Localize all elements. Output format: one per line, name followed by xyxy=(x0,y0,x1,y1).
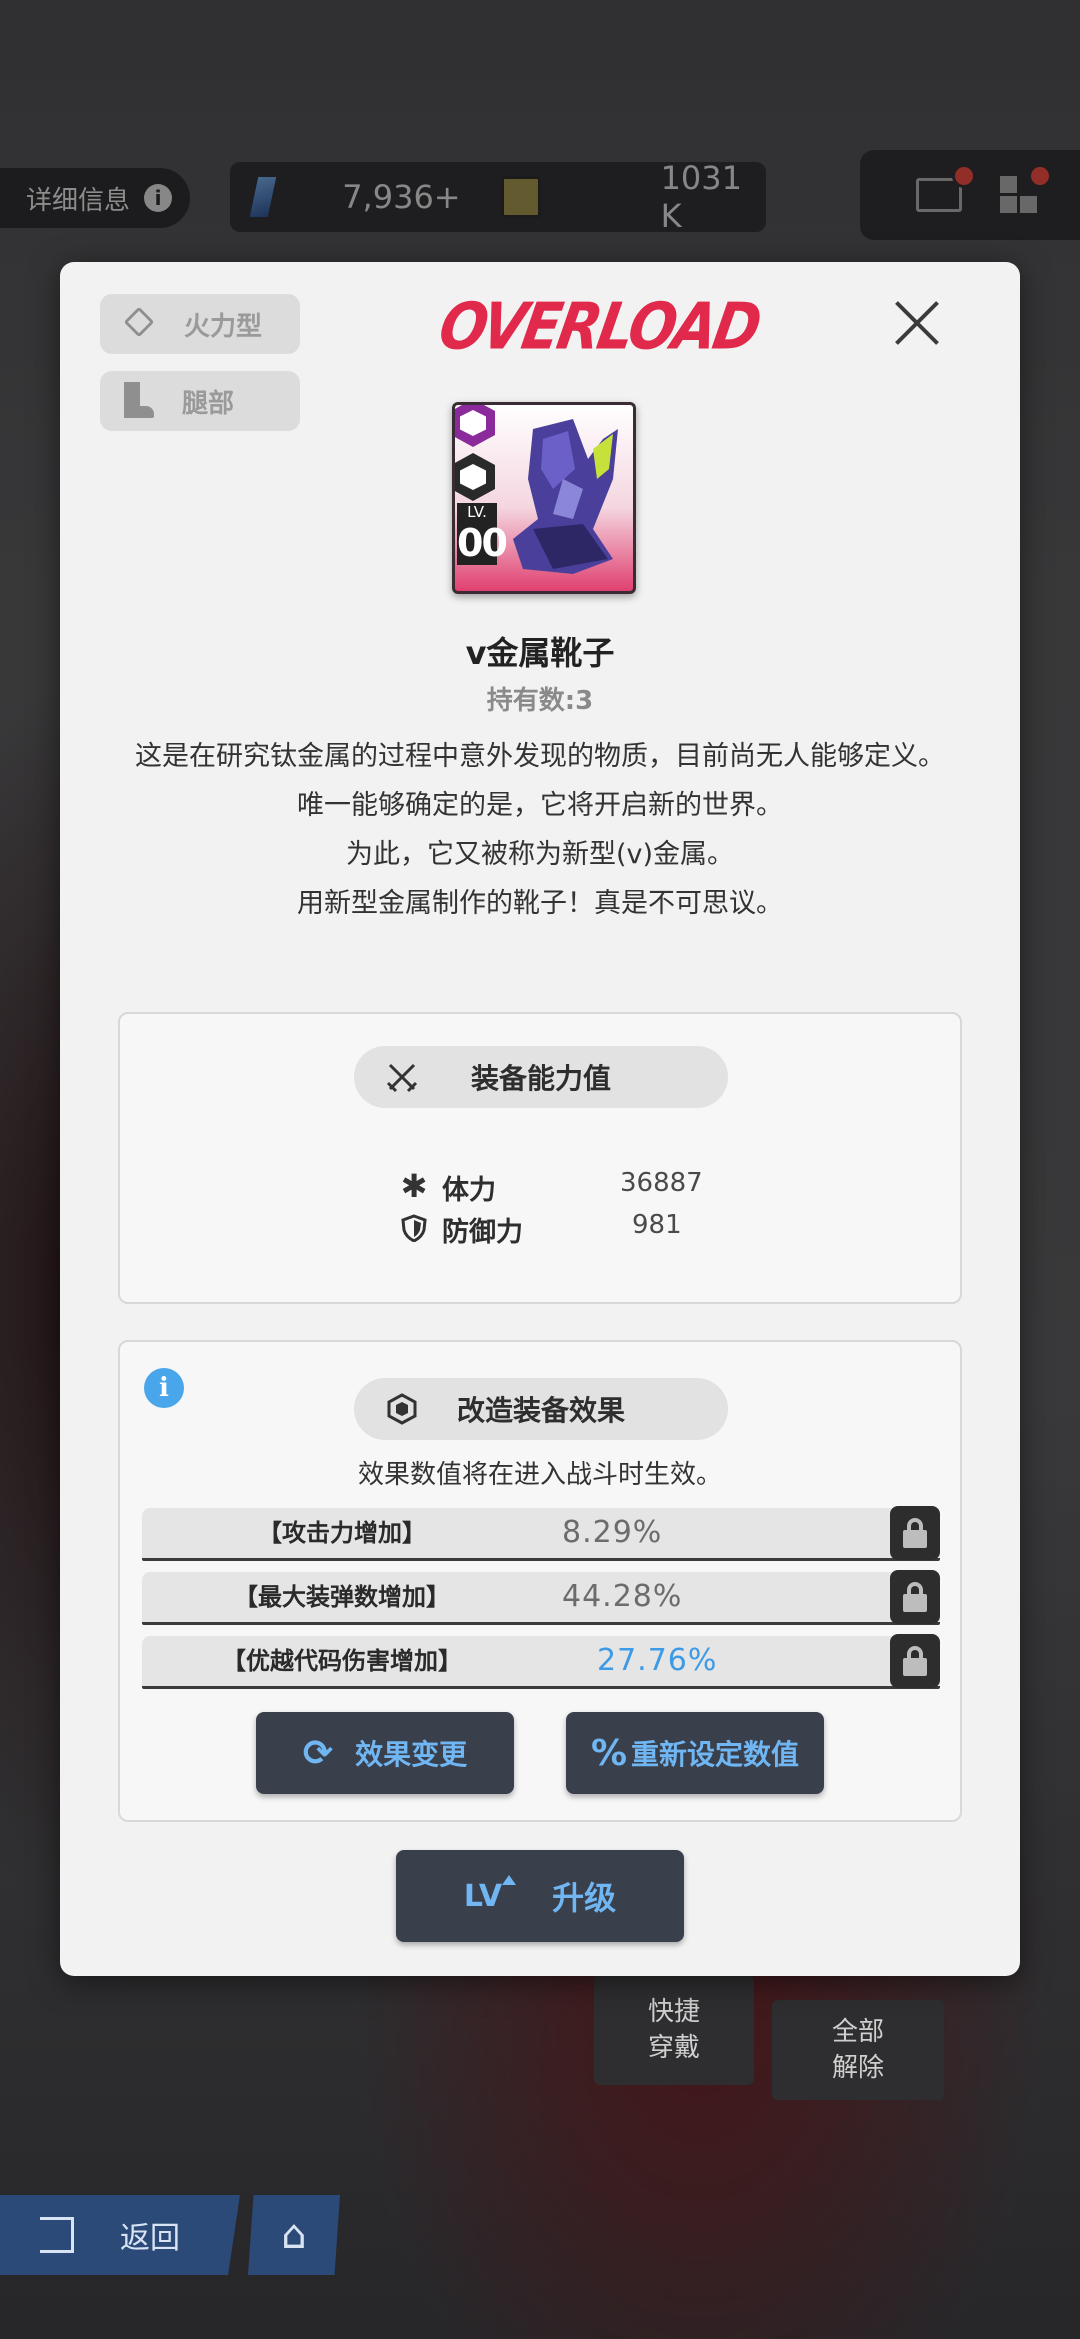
item-description: 这是在研究钛金属的过程中意外发现的物质，目前尚无人能够定义。 唯一能够确定的是，… xyxy=(120,732,960,928)
lock-button[interactable] xyxy=(890,1634,940,1688)
rarity-badge-icon xyxy=(455,405,495,447)
description-line: 为此，它又被称为新型(v)金属。 xyxy=(345,839,735,870)
description-line: 这是在研究钛金属的过程中意外发现的物质，目前尚无人能够定义。 xyxy=(135,741,945,772)
mod-row: 【最大装弹数增加】 44.28% xyxy=(142,1570,940,1625)
mod-label: 【最大装弹数增加】 xyxy=(234,1583,450,1611)
slot-tag: 腿部 xyxy=(100,371,300,431)
stat-row: 防御力 981 xyxy=(400,1210,700,1250)
firepower-icon xyxy=(120,305,158,343)
item-name: v金属靴子 xyxy=(465,634,615,672)
stat-value: 981 xyxy=(632,1210,682,1240)
mods-title-label: 改造装备效果 xyxy=(456,1394,625,1427)
upgrade-label: 升级 xyxy=(552,1879,617,1917)
mod-cube-icon xyxy=(387,1393,417,1425)
class-tag-label: 火力型 xyxy=(184,311,263,342)
slot-tag-label: 腿部 xyxy=(182,388,235,419)
close-icon[interactable] xyxy=(892,298,942,348)
boot-art xyxy=(513,419,618,574)
back-label: 返回 xyxy=(120,2221,180,2256)
equipment-detail-modal: 火力型 腿部 OVERLOAD LV. 00 v金属靴子 持有数:3 这是在研究… xyxy=(60,262,1020,1976)
lock-icon xyxy=(902,1582,928,1612)
back-button[interactable]: 返回 xyxy=(0,2195,240,2275)
refresh-icon: ⟳ xyxy=(302,1732,334,1774)
owned-count: 持有数:3 xyxy=(486,686,594,716)
mod-label: 【优越代码伤害增加】 xyxy=(222,1647,462,1675)
change-effect-label: 效果变更 xyxy=(355,1738,468,1771)
mod-value: 44.28% xyxy=(562,1579,683,1614)
stats-title: 装备能力值 xyxy=(354,1046,728,1108)
back-icon xyxy=(40,2217,74,2253)
reset-values-label: 重新设定数值 xyxy=(631,1738,800,1771)
mod-row: 【优越代码伤害增加】 27.76% xyxy=(142,1634,940,1689)
level-up-icon: LV xyxy=(463,1874,517,1914)
overload-logo: OVERLOAD xyxy=(433,290,765,365)
stat-row: ✱ 体力 36887 xyxy=(400,1167,703,1208)
home-button[interactable]: ⌂ xyxy=(248,2195,340,2275)
lock-button[interactable] xyxy=(890,1570,940,1624)
description-line: 用新型金属制作的靴子！真是不可思议。 xyxy=(297,888,783,919)
mod-row: 【攻击力增加】 8.29% xyxy=(142,1506,940,1561)
quick-equip-button[interactable]: 快捷 穿戴 xyxy=(594,1975,754,2085)
shield-icon xyxy=(401,1214,427,1242)
percent-icon: % xyxy=(590,1732,628,1774)
level-box: LV. 00 xyxy=(457,503,508,583)
level-label: LV. xyxy=(457,503,497,521)
item-card: LV. 00 xyxy=(452,402,636,594)
mod-label: 【攻击力增加】 xyxy=(258,1519,426,1547)
description-line: 唯一能够确定的是，它将开启新的世界。 xyxy=(297,790,783,821)
lock-icon xyxy=(902,1646,928,1676)
reset-values-button[interactable]: % 重新设定数值 xyxy=(566,1712,824,1794)
mod-value: 8.29% xyxy=(562,1515,663,1550)
lock-icon xyxy=(902,1518,928,1548)
boot-icon xyxy=(120,382,156,420)
mods-note: 效果数值将在进入战斗时生效。 xyxy=(357,1460,722,1490)
stat-value: 36887 xyxy=(620,1168,703,1198)
lock-button[interactable] xyxy=(890,1506,940,1560)
asterisk-icon: ✱ xyxy=(400,1167,428,1205)
upgrade-button[interactable]: LV 升级 xyxy=(396,1850,684,1942)
mod-value: 27.76% xyxy=(597,1643,718,1678)
info-icon[interactable]: i xyxy=(144,1368,184,1408)
level-value: 00 xyxy=(457,521,508,565)
home-icon: ⌂ xyxy=(281,2212,307,2258)
stats-panel: 装备能力值 ✱ 体力 36887 防御力 981 xyxy=(118,1012,962,1304)
unequip-all-button[interactable]: 全部 解除 xyxy=(772,2000,944,2100)
class-badge-icon xyxy=(455,453,495,501)
mods-panel: i 改造装备效果 效果数值将在进入战斗时生效。 【攻击力增加】 8.29% 【最… xyxy=(118,1340,962,1822)
stats-title-label: 装备能力值 xyxy=(470,1062,611,1095)
change-effect-button[interactable]: ⟳ 效果变更 xyxy=(256,1712,514,1794)
crossed-swords-icon xyxy=(386,1063,418,1093)
stat-label: 防御力 xyxy=(442,1217,523,1248)
class-tag: 火力型 xyxy=(100,294,300,354)
stat-label: 体力 xyxy=(442,1175,496,1206)
mods-title: 改造装备效果 xyxy=(354,1378,728,1440)
